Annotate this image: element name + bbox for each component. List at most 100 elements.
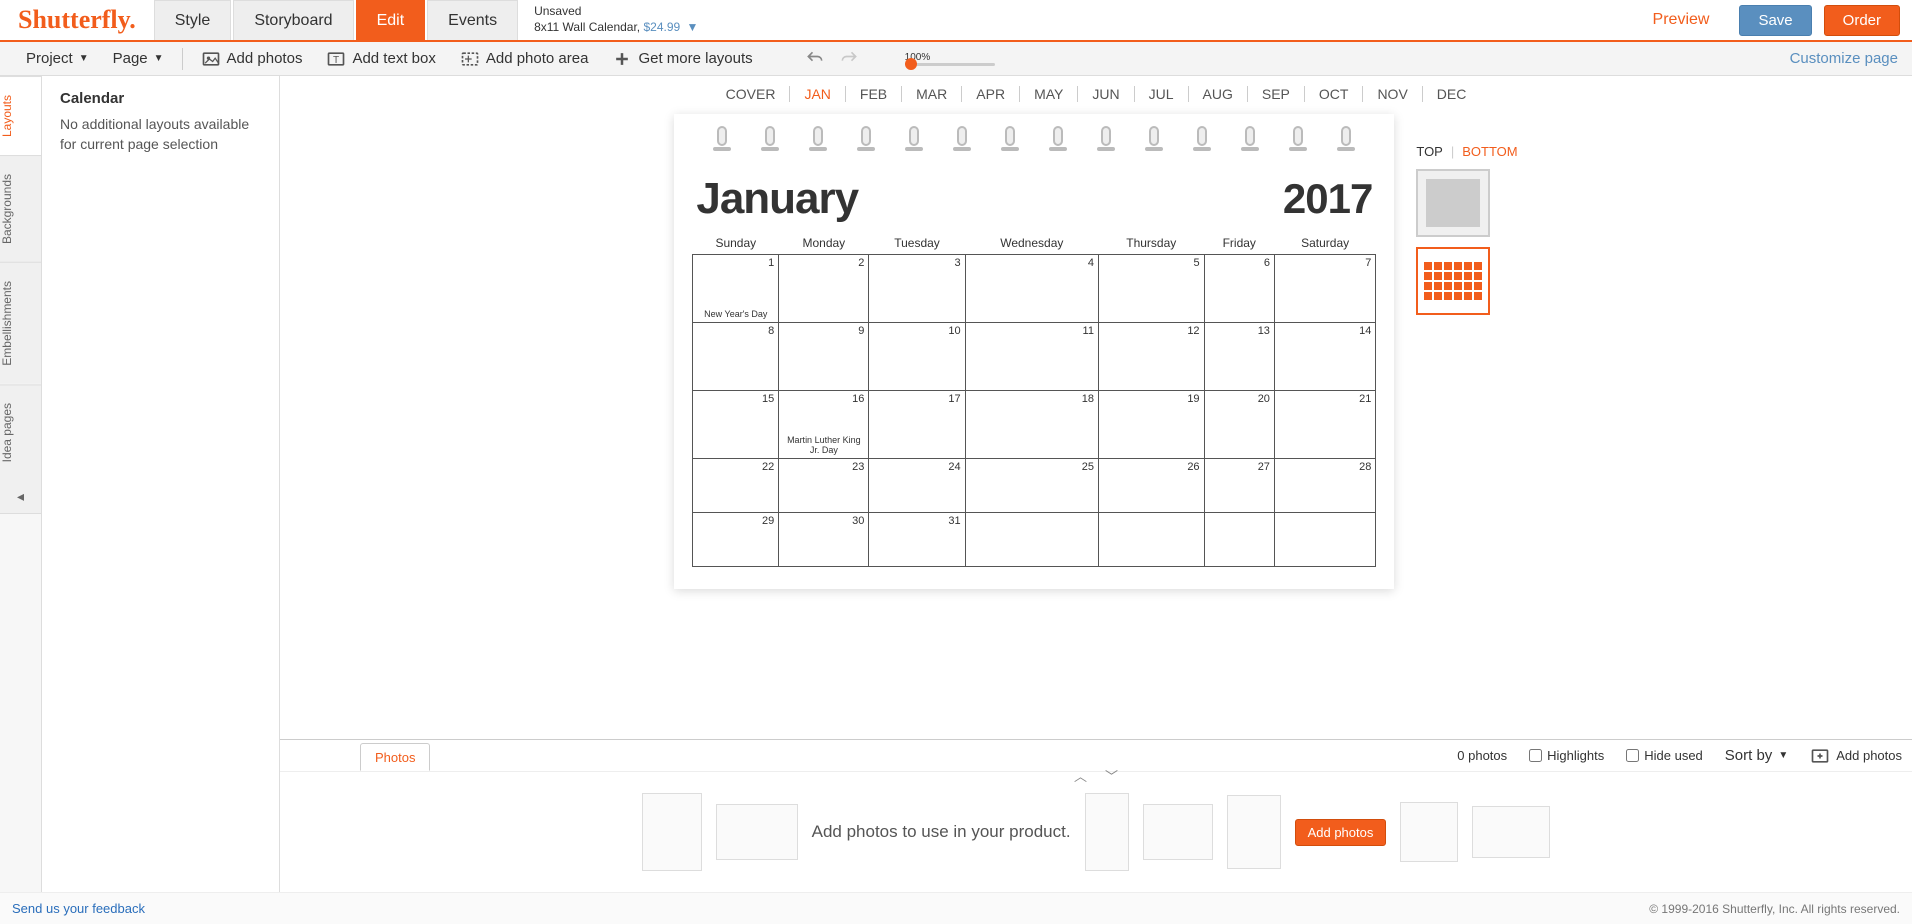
sidebar-tab-embellishments[interactable]: Embellishments [0,262,41,384]
highlights-checkbox[interactable]: Highlights [1529,748,1604,763]
month-cover[interactable]: COVER [712,86,791,102]
add-photo-area-button[interactable]: Add photo area [448,42,601,76]
zoom-control[interactable]: 100% [905,52,995,66]
calendar-cell[interactable]: 19 [1098,391,1204,459]
photos-strip-text: Add photos to use in your product. [812,822,1071,842]
calendar-cell[interactable]: 28 [1274,459,1375,513]
redo-icon[interactable] [839,49,859,69]
view-thumb-top[interactable] [1416,169,1490,237]
calendar-cell[interactable]: 2 [779,255,869,323]
chevron-up-icon[interactable]: ︿ [1074,766,1087,785]
calendar-cell[interactable]: 25 [965,459,1098,513]
view-thumb-bottom[interactable] [1416,247,1490,315]
calendar-cell[interactable]: 22 [693,459,779,513]
undo-icon[interactable] [805,49,825,69]
photo-slot[interactable] [1400,802,1458,862]
month-nov[interactable]: NOV [1363,86,1422,102]
undo-redo-group [805,49,859,69]
sidebar-tab-layouts[interactable]: Layouts [0,76,41,155]
calendar-cell[interactable]: 8 [693,323,779,391]
month-oct[interactable]: OCT [1305,86,1364,102]
photo-slot[interactable] [1143,804,1213,860]
calendar-cell[interactable]: 3 [869,255,965,323]
save-button[interactable]: Save [1739,5,1811,36]
photo-slot[interactable] [1472,806,1550,858]
sidebar-collapse-icon[interactable]: ◂ [0,480,41,514]
sort-by-menu[interactable]: Sort by ▼ [1725,739,1788,773]
customize-page-link[interactable]: Customize page [1790,50,1898,67]
calendar-cell[interactable]: 7 [1274,255,1375,323]
calendar-cell[interactable]: 15 [693,391,779,459]
photo-slot[interactable] [1227,795,1281,869]
nav-tab-edit[interactable]: Edit [356,0,426,40]
nav-tab-style[interactable]: Style [154,0,232,40]
view-top-label[interactable]: TOP [1416,144,1443,159]
month-apr[interactable]: APR [962,86,1020,102]
calendar-canvas[interactable]: January 2017 SundayMondayTuesdayWednesda… [674,114,1394,589]
calendar-cell[interactable]: 5 [1098,255,1204,323]
view-bottom-label[interactable]: BOTTOM [1462,144,1517,159]
calendar-cell[interactable] [1274,513,1375,567]
calendar-cell[interactable]: 10 [869,323,965,391]
photo-slot[interactable] [716,804,798,860]
calendar-cell[interactable]: 30 [779,513,869,567]
month-sep[interactable]: SEP [1248,86,1305,102]
month-feb[interactable]: FEB [846,86,902,102]
calendar-cell[interactable] [965,513,1098,567]
order-button[interactable]: Order [1824,5,1900,36]
calendar-cell[interactable]: 6 [1204,255,1274,323]
calendar-cell[interactable]: 12 [1098,323,1204,391]
hide-used-checkbox[interactable]: Hide used [1626,748,1703,763]
calendar-cell[interactable]: 24 [869,459,965,513]
logo[interactable]: Shutterfly. [0,5,154,35]
page-menu[interactable]: Page▼ [101,42,176,76]
calendar-cell[interactable]: 21 [1274,391,1375,459]
add-photos-strip-button[interactable]: Add photos [1295,819,1387,846]
preview-button[interactable]: Preview [1635,5,1728,35]
strip-expand-icons[interactable]: ︿ ﹀ [1074,766,1118,785]
chevron-down-icon[interactable]: ﹀ [1105,766,1118,785]
month-may[interactable]: MAY [1020,86,1078,102]
month-mar[interactable]: MAR [902,86,962,102]
month-jul[interactable]: JUL [1135,86,1189,102]
calendar-cell[interactable]: 9 [779,323,869,391]
add-photos-toolbar-button[interactable]: Add photos [1810,746,1902,766]
month-jun[interactable]: JUN [1078,86,1134,102]
zoom-slider[interactable] [905,63,995,66]
calendar-cell[interactable]: 1New Year's Day [693,255,779,323]
calendar-cell[interactable] [1204,513,1274,567]
photos-tab[interactable]: Photos [360,743,430,771]
calendar-cell[interactable] [1098,513,1204,567]
zoom-thumb[interactable] [905,58,917,70]
nav-tab-storyboard[interactable]: Storyboard [233,0,353,40]
calendar-cell[interactable]: 26 [1098,459,1204,513]
project-menu[interactable]: Project▼ [14,42,101,76]
month-jan[interactable]: JAN [790,86,845,102]
add-photo-icon [201,49,221,69]
calendar-cell[interactable]: 14 [1274,323,1375,391]
sidebar-title: Calendar [60,90,261,107]
sidebar-tab-idea-pages[interactable]: Idea pages [0,384,41,480]
calendar-cell[interactable]: 13 [1204,323,1274,391]
photo-slot[interactable] [642,793,702,871]
status-product-line[interactable]: 8x11 Wall Calendar, $24.99 ▼ [534,20,698,36]
add-photos-button[interactable]: Add photos [189,42,315,76]
calendar-cell[interactable]: 18 [965,391,1098,459]
sidebar-tab-backgrounds[interactable]: Backgrounds [0,155,41,262]
calendar-cell[interactable]: 11 [965,323,1098,391]
feedback-link[interactable]: Send us your feedback [12,901,145,916]
month-aug[interactable]: AUG [1189,86,1248,102]
calendar-cell[interactable]: 31 [869,513,965,567]
calendar-cell[interactable]: 20 [1204,391,1274,459]
calendar-cell[interactable]: 23 [779,459,869,513]
photo-slot[interactable] [1085,793,1129,871]
get-more-layouts-button[interactable]: Get more layouts [600,42,764,76]
nav-tab-events[interactable]: Events [427,0,518,40]
calendar-cell[interactable]: 16Martin Luther King Jr. Day [779,391,869,459]
calendar-cell[interactable]: 4 [965,255,1098,323]
add-text-box-button[interactable]: T Add text box [314,42,447,76]
calendar-cell[interactable]: 17 [869,391,965,459]
calendar-cell[interactable]: 27 [1204,459,1274,513]
calendar-cell[interactable]: 29 [693,513,779,567]
month-dec[interactable]: DEC [1423,86,1481,102]
